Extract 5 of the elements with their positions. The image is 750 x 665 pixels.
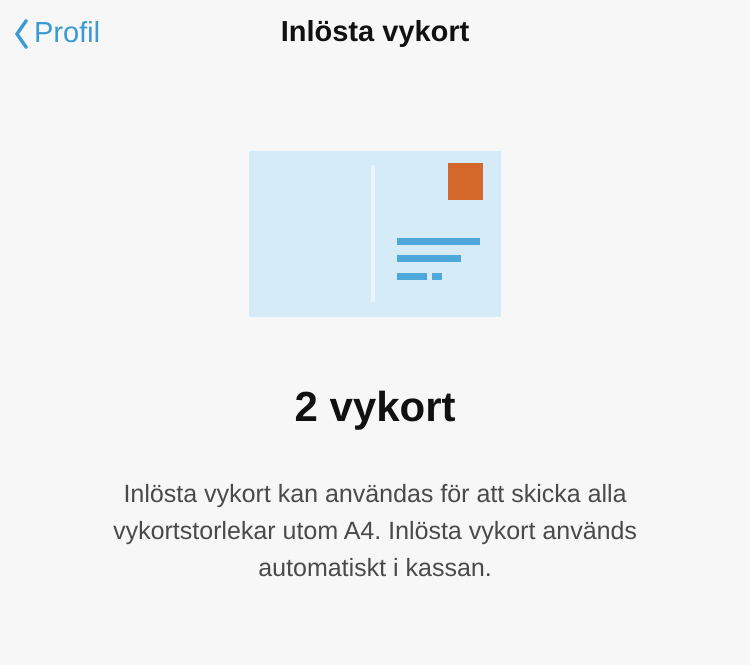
description-text: Inlösta vykort kan användas för att skicka alla vykortstorlekar utom A4. Inlösta vykort används automatiskt i kassan. <box>112 479 638 584</box>
postcard-count: 2 vykort <box>294 382 456 432</box>
screen-title: Inlösta vykort <box>280 15 470 50</box>
back-button[interactable]: Profil <box>14 12 100 56</box>
chevron-icon <box>14 18 28 49</box>
